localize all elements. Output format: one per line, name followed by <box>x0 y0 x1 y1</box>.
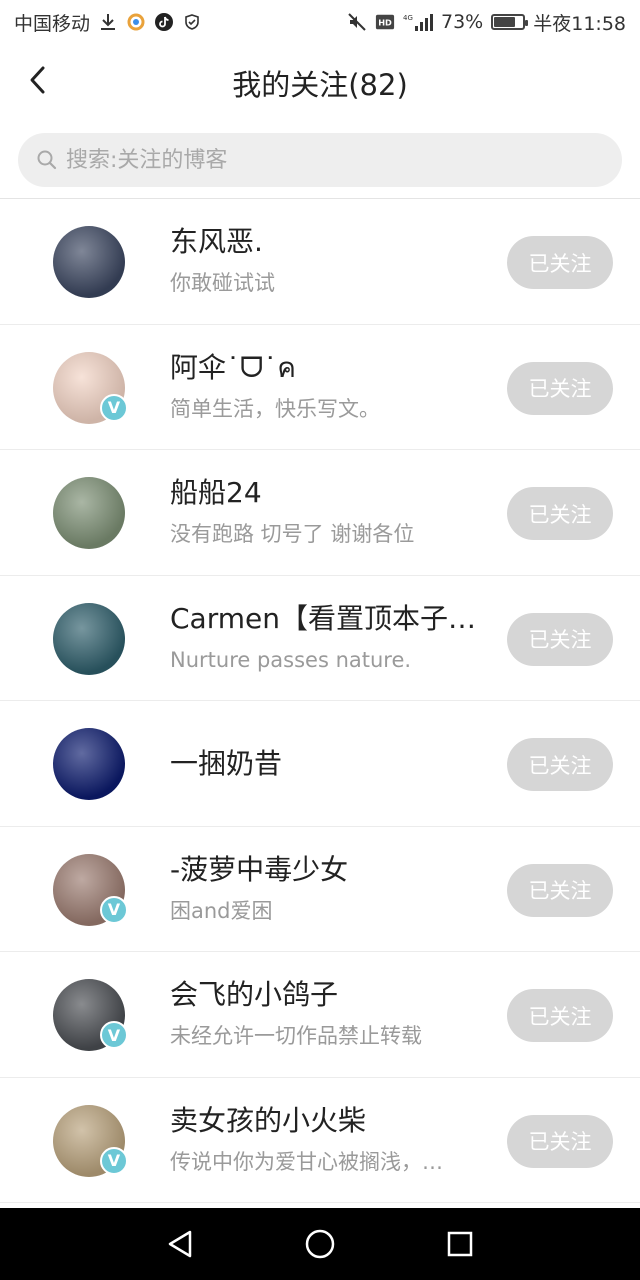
user-name: -菠萝中毒少女 <box>170 852 349 886</box>
avatar-container[interactable]: V <box>53 979 128 1051</box>
list-item[interactable]: V 会飞的小鸽子 未经允许一切作品禁止转载 已关注 <box>0 952 640 1078</box>
nav-back-button[interactable] <box>156 1220 204 1268</box>
followed-button[interactable]: 已关注 <box>507 487 613 540</box>
avatar <box>53 477 125 549</box>
carrier-label: 中国移动 <box>14 12 91 35</box>
search-icon <box>37 150 57 170</box>
search-bar[interactable] <box>18 133 622 187</box>
user-info: 一捆奶昔 <box>170 745 495 783</box>
followed-button[interactable]: 已关注 <box>507 361 613 415</box>
list-item[interactable]: Carmen【看置顶本子… Nurture passes nature. 已关注 <box>0 576 640 701</box>
navigation-bar <box>0 1208 640 1280</box>
followed-button[interactable]: 已关注 <box>507 738 613 791</box>
list-item[interactable]: 东风恶. 你敢碰试试 已关注 <box>0 199 640 325</box>
followed-button[interactable]: 已关注 <box>507 236 613 289</box>
user-bio: 简单生活，快乐写文。 <box>170 396 380 421</box>
nav-home-button[interactable] <box>296 1220 344 1268</box>
nav-recents-button[interactable] <box>436 1220 484 1268</box>
mute-icon <box>347 12 367 32</box>
follow-list: 东风恶. 你敢碰试试 已关注 V 阿伞˙ᗜ˙ค 简单生活，快乐写文。 已关注 船船24 没有跑路… <box>0 199 640 1203</box>
download-icon <box>98 12 118 32</box>
user-info: 阿伞˙ᗜ˙ค 简单生活，快乐写文。 <box>170 349 495 423</box>
user-name: 一捆奶昔 <box>170 747 283 780</box>
avatar-container[interactable] <box>53 728 125 800</box>
status-bar: 中国移动 HD 4G 73% 半夜11:58 <box>0 0 640 44</box>
user-info: Carmen【看置顶本子… Nurture passes nature. <box>170 600 495 674</box>
user-info: 东风恶. 你敢碰试试 <box>170 223 495 297</box>
avatar-container[interactable] <box>53 226 125 298</box>
clock: 半夜11:58 <box>533 12 626 35</box>
followed-button[interactable]: 已关注 <box>507 989 613 1042</box>
header: 我的关注(82) <box>0 44 640 122</box>
list-item[interactable]: 船船24 没有跑路 切号了 谢谢各位 已关注 <box>0 450 640 576</box>
list-item[interactable]: V 卖女孩的小火柴 传说中你为爱甘心被搁浅，… 已关注 <box>0 1078 640 1203</box>
back-button[interactable] <box>18 60 58 100</box>
user-info: 会飞的小鸽子未经允许一切作品禁止转载 <box>170 976 495 1050</box>
tiktok-icon <box>154 12 174 32</box>
page-title: 我的关注(82) <box>232 68 408 102</box>
user-name: 会飞的小鸽子 <box>170 978 339 1011</box>
verified-badge-icon: V <box>100 895 128 924</box>
4g-signal-icon: 4G <box>403 12 433 32</box>
user-bio: 你敢碰试试 <box>170 271 275 295</box>
user-name: 卖女孩的小火柴 <box>170 1103 367 1137</box>
circle-home-icon <box>305 1229 335 1259</box>
avatar-container[interactable] <box>53 477 125 549</box>
search-input[interactable] <box>66 147 604 173</box>
avatar <box>53 728 125 800</box>
list-item[interactable]: V -菠萝中毒少女 困and爱困 已关注 <box>0 827 640 952</box>
avatar <box>53 226 125 298</box>
avatar <box>53 602 125 675</box>
list-item[interactable]: 一捆奶昔 已关注 <box>0 701 640 827</box>
list-item[interactable]: V 阿伞˙ᗜ˙ค 简单生活，快乐写文。 已关注 <box>0 325 640 450</box>
user-info: 卖女孩的小火柴传说中你为爱甘心被搁浅，… <box>170 1102 495 1176</box>
avatar-container[interactable]: V <box>53 853 128 926</box>
svg-text:HD: HD <box>378 18 392 28</box>
followed-button[interactable]: 已关注 <box>507 612 613 666</box>
user-info: -菠萝中毒少女困and爱困 <box>170 851 495 925</box>
battery-percent: 73% <box>441 11 484 33</box>
user-bio: 传说中你为爱甘心被搁浅，… <box>170 1149 443 1174</box>
chevron-left-icon <box>30 66 45 94</box>
user-bio: 未经允许一切作品禁止转载 <box>170 1024 422 1048</box>
user-name: 船船24 <box>170 476 262 509</box>
user-name: 东风恶. <box>170 225 263 258</box>
verified-badge-icon: V <box>100 1021 128 1049</box>
avatar-container[interactable]: V <box>53 351 128 424</box>
user-name: Carmen【看置顶本子… <box>170 601 476 635</box>
svg-text:4G: 4G <box>403 14 413 22</box>
user-name: 阿伞˙ᗜ˙ค <box>170 350 296 384</box>
triangle-back-icon <box>168 1230 192 1258</box>
user-info: 船船24 没有跑路 切号了 谢谢各位 <box>170 474 495 548</box>
avatar-container[interactable] <box>53 602 125 675</box>
shield-icon <box>182 12 202 32</box>
user-bio: Nurture passes nature. <box>170 647 412 672</box>
battery-icon <box>491 14 529 30</box>
followed-button[interactable]: 已关注 <box>507 1114 613 1168</box>
followed-button[interactable]: 已关注 <box>507 863 613 917</box>
verified-badge-icon: V <box>100 1146 128 1175</box>
square-recents-icon <box>447 1231 473 1257</box>
verified-badge-icon: V <box>100 393 128 422</box>
hd-icon: HD <box>375 12 395 32</box>
user-bio: 没有跑路 切号了 谢谢各位 <box>170 522 415 546</box>
user-bio: 困and爱困 <box>170 898 273 923</box>
app-icon <box>126 12 146 32</box>
avatar-container[interactable]: V <box>53 1104 128 1177</box>
